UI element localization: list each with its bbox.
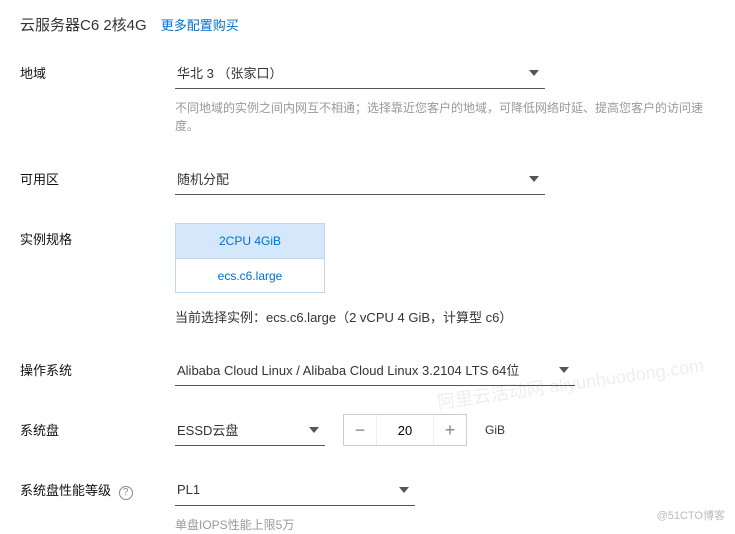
- more-config-link[interactable]: 更多配置购买: [161, 15, 239, 34]
- perf-value: PL1: [177, 482, 200, 497]
- sysdisk-type-value: ESSD云盘: [177, 420, 238, 439]
- sysdisk-size-input[interactable]: [376, 415, 434, 445]
- zone-select[interactable]: 随机分配: [175, 163, 545, 195]
- perf-label: 系统盘性能等级 ?: [20, 474, 175, 500]
- sysdisk-type-select[interactable]: ESSD云盘: [175, 414, 325, 446]
- perf-row: 系统盘性能等级 ? PL1 单盘IOPS性能上限5万: [20, 474, 715, 534]
- source-watermark: @51CTO博客: [657, 507, 725, 523]
- region-select[interactable]: 华北 3 （张家口）: [175, 57, 545, 89]
- sysdisk-size-stepper: − +: [343, 414, 467, 446]
- chevron-down-icon: [399, 487, 409, 493]
- zone-value: 随机分配: [177, 169, 229, 188]
- zone-label: 可用区: [20, 163, 175, 188]
- plus-button[interactable]: +: [434, 414, 466, 446]
- region-value: 华北 3 （张家口）: [177, 63, 282, 82]
- sysdisk-unit: GiB: [485, 423, 505, 437]
- spec-label: 实例规格: [20, 223, 175, 248]
- region-label: 地域: [20, 57, 175, 82]
- help-icon[interactable]: ?: [119, 486, 133, 500]
- perf-label-text: 系统盘性能等级: [20, 483, 111, 498]
- region-row: 地域 华北 3 （张家口） 不同地域的实例之间内网互不相通；选择靠近您客户的地域…: [20, 57, 715, 135]
- os-label: 操作系统: [20, 354, 175, 379]
- sysdisk-row: 系统盘 ESSD云盘 − + GiB: [20, 414, 715, 446]
- spec-table: 2CPU 4GiB ecs.c6.large: [175, 223, 325, 293]
- sysdisk-label: 系统盘: [20, 414, 175, 439]
- spec-option-selected[interactable]: 2CPU 4GiB: [176, 224, 324, 258]
- page-title: 云服务器C6 2核4G: [20, 14, 147, 35]
- perf-hint: 单盘IOPS性能上限5万: [175, 516, 715, 534]
- zone-row: 可用区 随机分配: [20, 163, 715, 195]
- spec-description: 当前选择实例：ecs.c6.large（2 vCPU 4 GiB，计算型 c6）: [175, 307, 715, 326]
- os-row: 操作系统 Alibaba Cloud Linux / Alibaba Cloud…: [20, 354, 715, 386]
- os-select[interactable]: Alibaba Cloud Linux / Alibaba Cloud Linu…: [175, 354, 575, 386]
- chevron-down-icon: [309, 427, 319, 433]
- spec-option-code[interactable]: ecs.c6.large: [176, 258, 324, 292]
- chevron-down-icon: [559, 367, 569, 373]
- minus-button[interactable]: −: [344, 414, 376, 446]
- region-hint: 不同地域的实例之间内网互不相通；选择靠近您客户的地域，可降低网络时延、提高您客户…: [175, 99, 715, 135]
- chevron-down-icon: [529, 70, 539, 76]
- header: 云服务器C6 2核4G 更多配置购买: [20, 14, 715, 35]
- chevron-down-icon: [529, 176, 539, 182]
- os-value: Alibaba Cloud Linux / Alibaba Cloud Linu…: [177, 360, 519, 379]
- perf-select[interactable]: PL1: [175, 474, 415, 506]
- spec-row: 实例规格 2CPU 4GiB ecs.c6.large 当前选择实例：ecs.c…: [20, 223, 715, 326]
